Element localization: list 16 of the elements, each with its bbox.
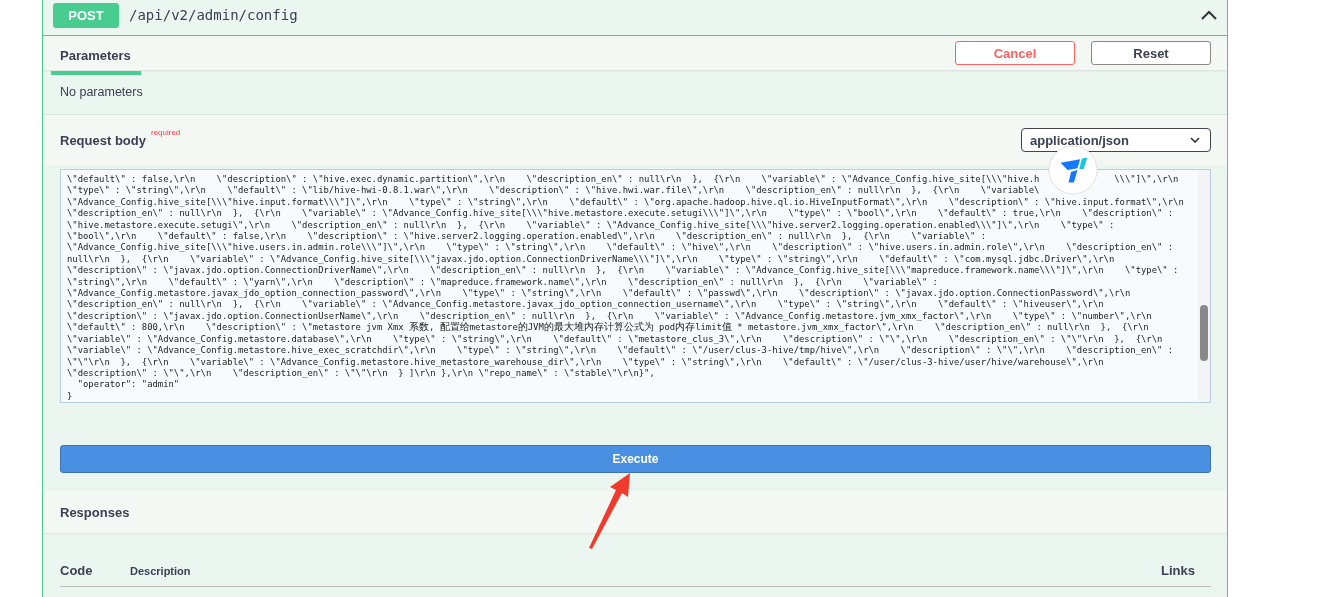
method-badge: POST [53, 2, 119, 28]
required-mark: required [150, 128, 182, 137]
parameters-tab[interactable]: Parameters [51, 39, 141, 75]
request-body-field[interactable]: \"default\" : false,\r\n \"description\" : \"hive.exec.dynamic.partition\",\r\n \"description_en\" : null\r\n }, {\r\n \"variable\" : \"Advance_Config.hive_site[\\\"hive.h \\\"]\",\r\n \"type\" : \"string\",\r\n \"default\" : \"lib/hive-hwi-0.8.1.war\",\r\n \"description\" : \"hive.hwi.war.file\",\r\n \"description_en\" : null\r\n }, {\r\n \"variable\ \"Advance_Config.hive_site[\\\"hive.input.format\\\"]\",\r\n \"type\" : \"string\",\r\n \"default\" : \"org.apache.hadoop.hive.ql.io.HiveInputFormat\",\r\n \"description\" : \"hive.input.format\",\r\n \"description_en\" : null\r\n }, {\r\n \"variable\" : \"Advance_Config.hive_site[\\\"hive.metastore.execute.setugi\\\"]\",\r\n \"type\" : \"bool\",\r\n \"default\" : true,\r\n \"description\" : \"hive.metastore.execute.setugi\",\r\n \"description_en\" : null\r\n }, {\r\n \"variable\" : \"Advance_Config.hive_site[\\\"hive.server2.logging.operation.enabled\\\"]\",\r\n \"type\" : \"bool\",\r\n \"default\" : false,\r\n \"description\" : \"hive.server2.logging.operation.enabled\",\r\n \"description_en\" : null\r\n }, {\r\n \"variable\" : \"Advance_Config.hive_site[\\\"hive.users.in.admin.role\\\"]\",\r\n \"type\" : \"string\",\r\n \"default\" : \"hive\",\r\n \"description\" : \"hive.users.in.admin.role\",\r\n \"description_en\" : null\r\n }, {\r\n \"variable\" : \"Advance_Config.hive_site[\\\"javax.jdo.option.ConnectionDriverName\\\"]\",\r\n \"type\" : \"string\",\r\n \"default\" : \"com.mysql.jdbc.Driver\",\r\n \"description\" : \"javax.jdo.option.ConnectionDriverName\",\r\n \"description_en\" : null\r\n }, {\r\n \"variable\" : \"Advance_Config.hive_site[\\\"mapreduce.framework.name\\\"]\",\r\n \"type\" : \"string\",\r\n \"default\" : \"yarn\",\r\n \"description\" : \"mapreduce.framework.name\",\r\n \"description_en\" : null\r\n }, {\r\n \"variable\" : \"Advance_Config.metastore.javax_jdo_option_connection_password\",\r\n \"type\" : \"string\",\r\n \"default\" : \"passwd\",\r\n \"description\" : \"javax.jdo.option.ConnectionPassword\",\r\n \"description_en\" : null\r\n }, {\r\n \"variable\" : \"Advance_Config.metastore.javax_jdo_option_connection_username\",\r\n \"type\" : \"string\",\r\n \"default\" : \"hiveuser\",\r\n \"description\" : \"javax.jdo.option.ConnectionUserName\",\r\n \"description_en\" : null\r\n }, {\r\n \"variable\" : \"Advance_Config.metastore.jvm_xmx_factor\",\r\n \"type\" : \"number\",\r\n \"default\" : 800,\r\n \"description\" : \"metastore jvm Xmx 系数, 配置给metastore的JVM的最大堆内存计算公式为 pod内存limit值 * metastore.jvm_xmx_factor\",\r\n \"description_en\" : null\r\n }, {\r\n \"variable\" : \"Advance_Config.metastore.database\",\r\n \"type\" : \"string\",\r\n \"default\" : \"metastore_clus_3\",\r\n \"description\" : \"\",\r\n \"description_en\" : \"\"\r\n }, {\r\n \"variable\" : \"Advance_Config.metastore.hive_exec_scratchdir\",\r\n \"type\" : \"string\",\r\n \"default\" : \"/user/clus-3-hive/tmp/hive\",\r\n \"description\" : \"\",\r\n \"description_en\" : \"\"\r\n }, {\r\n \"variable\" : \"Advance_Config.metastore.hive_metastore_warehouse_dir\",\r\n \"type\" : \"string\",\r\n \"default\" : \"/user/clus-3-hive/user/hive/warehouse\",\r\n \"description\" : \"\",\r\n \"description_en\" : \"\"\r\n } ]\r\n },\r\n \"repo_name\" : \"stable\"\r\n}", "operator": "admin" } [60, 169, 1211, 403]
scrollbar[interactable] [1198, 170, 1210, 402]
content-type-select[interactable]: application/json [1021, 128, 1211, 152]
column-header: Code [60, 563, 94, 578]
request-body-label: Request body [60, 132, 146, 148]
endpoint-path: /api/v2/admin/config [129, 7, 299, 23]
no-parameters-text: No parameters [60, 85, 143, 99]
responses-title: Responses [60, 504, 130, 520]
chevron-icon[interactable] [1201, 10, 1217, 20]
column-header: Description [130, 564, 192, 577]
column-header: Links [1161, 563, 1195, 578]
reset-button[interactable]: Reset [1091, 41, 1211, 65]
caret-icon [1190, 137, 1200, 143]
